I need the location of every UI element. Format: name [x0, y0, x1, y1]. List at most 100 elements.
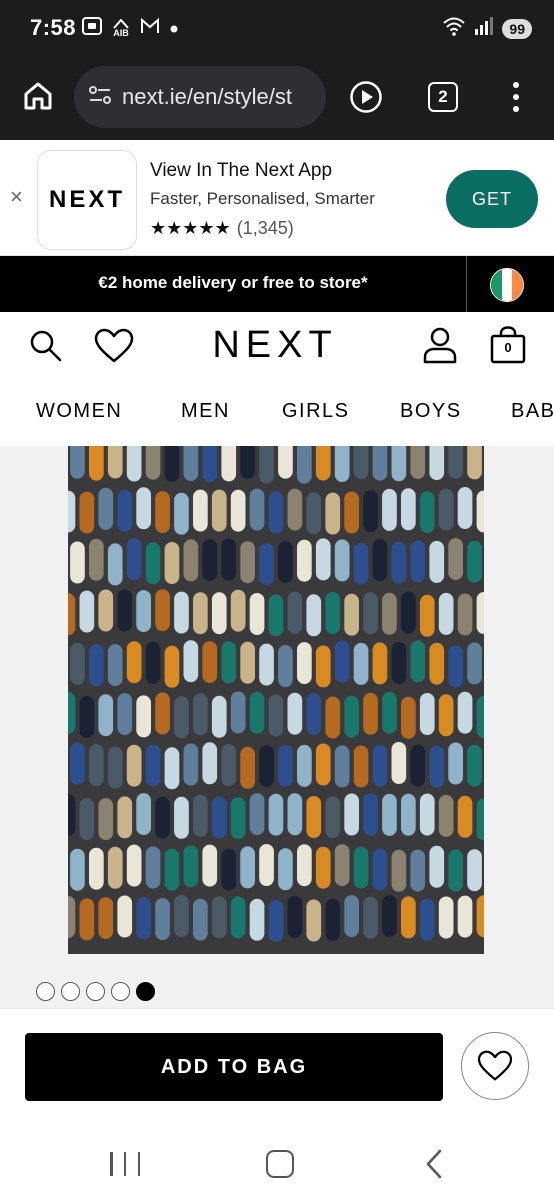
banner-title: View In The Next App [150, 160, 333, 181]
rug-pebble [315, 446, 331, 481]
rug-pebble [391, 742, 407, 784]
rug-pebble [98, 694, 114, 737]
nav-item-baby[interactable]: BABY [511, 400, 554, 423]
rug-pebble [391, 541, 407, 584]
carousel-dot[interactable] [111, 982, 130, 1001]
rug-pebble [401, 793, 416, 836]
get-app-button[interactable]: GET [446, 170, 538, 228]
rug-pebble [315, 743, 331, 786]
rug-pebble [325, 492, 341, 535]
rug-pebble [70, 642, 85, 685]
rug-pebble [315, 538, 331, 581]
rug-pebble [438, 896, 454, 939]
more-menu-icon[interactable] [508, 80, 524, 114]
rug-pebble [126, 844, 142, 887]
rug-pebble [476, 592, 484, 634]
nav-item-women[interactable]: WOMEN [36, 400, 122, 423]
rug-pebble [363, 896, 378, 939]
play-icon[interactable] [349, 80, 383, 114]
rug-pebble [429, 446, 445, 481]
rug-pebble [457, 895, 473, 938]
rug-pebble [401, 591, 416, 634]
rug-pebble [419, 793, 435, 836]
rug-pebble [268, 793, 284, 836]
rug-pebble [117, 693, 133, 736]
address-bar[interactable]: next.ie/en/style/st [74, 66, 326, 128]
rug-pebble [287, 793, 303, 836]
product-image-gallery[interactable] [0, 446, 554, 1008]
rug-pebble [334, 640, 350, 683]
ireland-flag-icon[interactable] [490, 268, 524, 302]
nav-item-men[interactable]: MEN [181, 400, 230, 423]
next-logo[interactable]: NEXT [200, 324, 350, 367]
carousel-dot[interactable] [136, 982, 155, 1001]
rug-pebble [382, 895, 397, 938]
rug-pebble [145, 641, 161, 684]
site-settings-icon[interactable] [88, 84, 112, 111]
rug-pebble [145, 542, 161, 585]
rug-pebble [372, 539, 388, 581]
rug-pebble [410, 540, 426, 583]
home-icon[interactable] [22, 80, 54, 112]
carousel-dot[interactable] [86, 982, 105, 1001]
shopping-bag-icon[interactable]: 0 [488, 326, 528, 364]
rug-pebble [268, 491, 284, 534]
promo-bar: €2 home delivery or free to store* [0, 256, 554, 312]
rug-pebble [155, 491, 170, 534]
signal-icon [474, 17, 494, 40]
back-icon[interactable] [422, 1148, 446, 1180]
rug-pebble [382, 691, 397, 734]
search-icon[interactable] [28, 328, 64, 364]
rug-pebble [79, 898, 95, 941]
rug-pebble [334, 446, 350, 482]
rug-pebble [98, 487, 114, 530]
rug-pebble [70, 541, 85, 584]
rug-pebble [68, 794, 76, 836]
promo-divider [466, 256, 467, 312]
status-bar: 7:58 AIB 99 [0, 0, 554, 56]
site-header: NEXT 0 [0, 312, 554, 380]
rug-pebble [334, 844, 350, 887]
rug-pebble [249, 898, 265, 941]
product-image[interactable] [68, 446, 484, 954]
carousel-dot[interactable] [36, 982, 55, 1001]
recent-apps-icon[interactable] [110, 1152, 140, 1176]
rug-pebble [221, 538, 237, 581]
add-to-bag-button[interactable]: ADD TO BAG [25, 1033, 443, 1101]
rug-pebble [306, 692, 322, 735]
nav-item-girls[interactable]: GIRLS [282, 400, 350, 423]
rug-pebble [353, 542, 369, 585]
rug-pebble [211, 592, 227, 635]
rug-pebble [353, 446, 369, 479]
promo-text[interactable]: €2 home delivery or free to store* [0, 273, 466, 293]
rug-pebble [306, 594, 322, 637]
screenshot-icon [82, 17, 102, 39]
rug-pebble [363, 793, 378, 836]
app-logo[interactable]: NEXT [37, 150, 137, 250]
rug-pebble [259, 643, 274, 686]
rug-pebble [79, 798, 95, 840]
rug-pebble [401, 488, 416, 531]
rug-pebble [419, 491, 435, 534]
rug-pebble [278, 645, 293, 687]
carousel-dot[interactable] [61, 982, 80, 1001]
rug-pebble [202, 446, 218, 482]
rug-pebble [372, 642, 388, 685]
rug-pebble [117, 489, 133, 532]
rug-pebble [325, 592, 341, 634]
rug-pebble [287, 488, 303, 531]
rug-pebble [391, 849, 407, 892]
account-icon[interactable] [422, 326, 458, 364]
category-nav: WOMEN MEN GIRLS BOYS BABY [0, 380, 554, 446]
tab-switcher-button[interactable]: 2 [428, 82, 458, 112]
home-button-icon[interactable] [266, 1150, 294, 1178]
favourites-heart-icon[interactable] [94, 328, 134, 364]
close-icon[interactable]: × [10, 184, 23, 210]
add-to-favourites-button[interactable] [461, 1032, 529, 1100]
url-text[interactable]: next.ie/en/style/st [122, 84, 292, 110]
rug-pebble [221, 744, 237, 787]
rug-pebble [183, 539, 199, 582]
rug-pebble [353, 642, 369, 685]
nav-item-boys[interactable]: BOYS [400, 400, 462, 423]
rug-pebble [438, 694, 454, 737]
